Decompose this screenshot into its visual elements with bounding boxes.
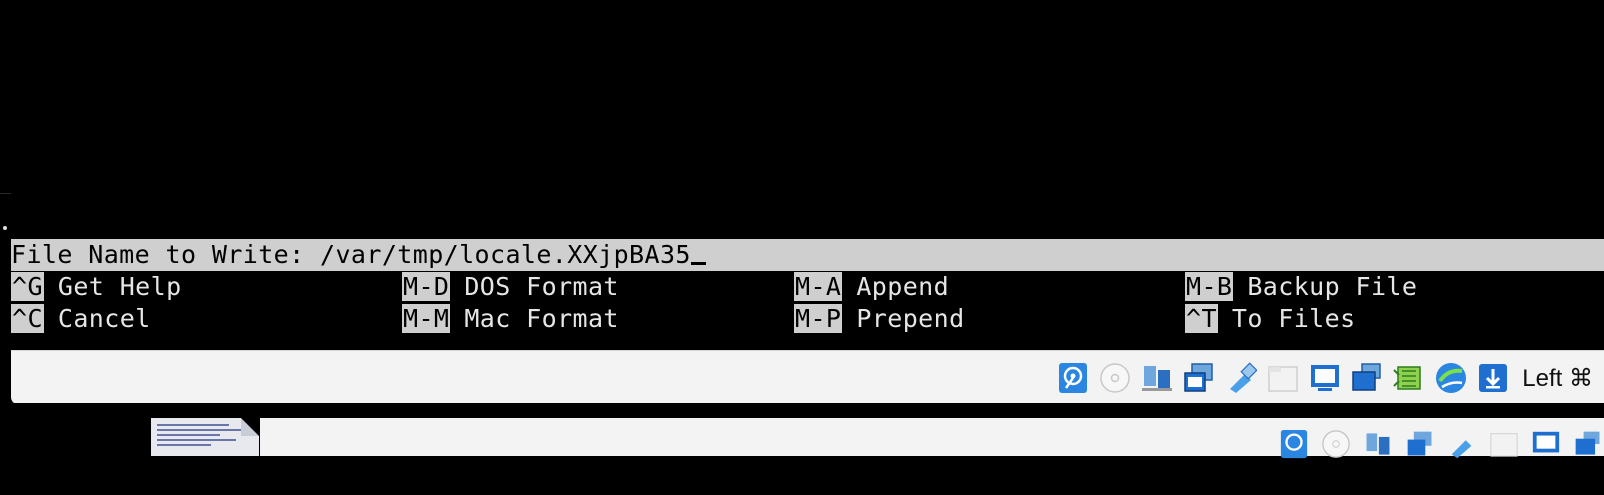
optical-drive-icon[interactable] xyxy=(1098,361,1132,395)
display-icon[interactable] xyxy=(1530,428,1562,460)
shortcut-mac-format[interactable]: M-M Mac Format xyxy=(402,303,619,335)
filename-prompt[interactable]: File Name to Write: /var/tmp/locale.XXjp… xyxy=(11,239,1604,271)
audio-icon[interactable] xyxy=(1362,428,1394,460)
second-status-icons xyxy=(1278,428,1604,460)
usb-icon[interactable] xyxy=(1224,361,1258,395)
host-key-label[interactable]: Left ⌘ xyxy=(1522,364,1593,393)
shortcut-row-2: ^C Cancel M-M Mac Format M-P Prepend ^T To F… xyxy=(11,303,1604,335)
display-icon[interactable] xyxy=(1308,361,1342,395)
shortcut-label: To Files xyxy=(1231,304,1356,333)
hard-disk-icon[interactable] xyxy=(1278,428,1310,460)
shortcut-row-1: ^G Get Help M-D DOS Format M-A Append M-B Ba… xyxy=(11,271,1604,303)
shortcut-key: ^G xyxy=(11,272,44,301)
recording-icon[interactable] xyxy=(1434,361,1468,395)
shortcut-label: Backup File xyxy=(1247,272,1418,301)
network-icon[interactable] xyxy=(1404,428,1436,460)
download-icon[interactable] xyxy=(1476,361,1510,395)
shortcut-append[interactable]: M-A Append xyxy=(794,271,949,303)
shortcut-label: DOS Format xyxy=(464,272,619,301)
shortcut-label: Prepend xyxy=(856,304,965,333)
thumbnail-text-lines xyxy=(157,424,247,449)
shortcut-key: ^T xyxy=(1185,304,1218,333)
shared-folder-icon[interactable] xyxy=(1266,361,1300,395)
shortcut-key: M-D xyxy=(402,272,451,301)
shortcut-key: M-A xyxy=(794,272,843,301)
shortcut-backup-file[interactable]: M-B Backup File xyxy=(1185,271,1417,303)
window-edge-marker xyxy=(3,226,7,230)
shortcut-to-files[interactable]: ^T To Files xyxy=(1185,303,1356,335)
shortcut-label: Get Help xyxy=(57,272,182,301)
shortcut-prepend[interactable]: M-P Prepend xyxy=(794,303,965,335)
network-icon[interactable] xyxy=(1182,361,1216,395)
document-thumbnail[interactable] xyxy=(151,418,259,456)
hard-disk-icon[interactable] xyxy=(1056,361,1090,395)
shortcut-cancel[interactable]: ^C Cancel xyxy=(11,303,151,335)
shortcut-key: M-P xyxy=(794,304,843,333)
shared-folder-icon[interactable] xyxy=(1488,428,1520,460)
page-fold xyxy=(241,418,259,436)
prompt-label: File Name to Write: xyxy=(11,240,321,269)
vm-window: File Name to Write: /var/tmp/locale.XXjp… xyxy=(11,0,1604,405)
shortcut-label: Append xyxy=(856,272,950,301)
shortcut-label: Cancel xyxy=(57,304,151,333)
shortcut-get-help[interactable]: ^G Get Help xyxy=(11,271,182,303)
capture-icon[interactable] xyxy=(1572,428,1604,460)
terminal-screen[interactable]: File Name to Write: /var/tmp/locale.XXjp… xyxy=(11,0,1604,350)
shortcut-dos-format[interactable]: M-D DOS Format xyxy=(402,271,619,303)
shortcut-key: M-M xyxy=(402,304,451,333)
text-cursor xyxy=(690,262,706,265)
vm-status-bar: Left ⌘ xyxy=(11,350,1604,405)
cpu-icon[interactable] xyxy=(1392,361,1426,395)
status-icons: Left ⌘ xyxy=(1056,360,1593,396)
usb-icon[interactable] xyxy=(1446,428,1478,460)
filename-input[interactable]: /var/tmp/locale.XXjpBA35 xyxy=(320,240,691,269)
shortcut-label: Mac Format xyxy=(464,304,619,333)
shortcut-key: ^C xyxy=(11,304,44,333)
shortcut-key: M-B xyxy=(1185,272,1234,301)
second-vm-status-bar xyxy=(260,418,1604,459)
audio-icon[interactable] xyxy=(1140,361,1174,395)
capture-icon[interactable] xyxy=(1350,361,1384,395)
optical-drive-icon[interactable] xyxy=(1320,428,1352,460)
